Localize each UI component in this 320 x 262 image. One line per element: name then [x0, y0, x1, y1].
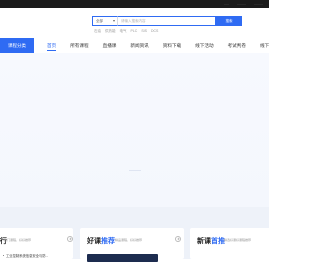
top-link[interactable]: ·········	[254, 1, 263, 7]
hot-keyword[interactable]: 石油	[94, 29, 101, 34]
card-title: 新课首推	[197, 236, 225, 246]
search-input[interactable]: 请输入搜索内容	[117, 16, 216, 26]
bullet-icon	[3, 254, 4, 256]
search-button[interactable]: 搜索	[216, 16, 242, 26]
nav-item-exams[interactable]: 考试判卷	[228, 38, 246, 53]
chevron-down-icon	[113, 20, 115, 22]
more-arrow-icon[interactable]	[175, 236, 181, 242]
nav-item-all-courses[interactable]: 所有课程	[70, 38, 88, 53]
carousel-indicator[interactable]	[129, 170, 141, 171]
top-link[interactable]: ·········	[237, 1, 246, 7]
card-subtitle: 热门课程，好好推荐	[4, 238, 32, 242]
new-courses-card: 新课首推 精选好课好课程推荐	[190, 228, 280, 259]
course-link[interactable]: 工业控制系统信息安全与防...	[6, 253, 48, 258]
hero-banner[interactable]	[0, 53, 269, 207]
top-link[interactable]: ·····	[224, 1, 229, 7]
nav-item-more[interactable]: 线下	[260, 38, 269, 53]
top-bar: ····· ········· ·········	[0, 0, 269, 8]
hot-keyword[interactable]: SIS	[141, 29, 147, 34]
top-links: ····· ········· ·········	[224, 1, 263, 7]
card-title-text: 好课	[87, 238, 101, 245]
hot-keyword[interactable]: PLC	[131, 29, 138, 34]
card-title-text: 新课	[197, 238, 211, 245]
nav-item-offline-events[interactable]: 线下活动	[195, 38, 213, 53]
search-scope-label: 全部	[96, 19, 103, 23]
card-title: 好课推荐	[87, 236, 115, 246]
card-title-highlight: 推荐	[101, 238, 115, 245]
hot-keyword[interactable]: 供热能	[105, 29, 116, 34]
more-arrow-icon[interactable]	[67, 236, 73, 242]
hot-keyword[interactable]: DCS	[151, 29, 158, 34]
course-category-button[interactable]: 课程分类	[0, 38, 34, 53]
search-bar: 全部 请输入搜索内容 搜索	[92, 16, 242, 26]
course-thumbnail[interactable]	[87, 254, 158, 262]
hot-keyword[interactable]: 电气	[120, 29, 127, 34]
nav-items: 首页 所有课程 直播课 新闻资讯 资料下载 线下活动 考试判卷 线下	[47, 38, 283, 53]
hot-keywords: 石油 供热能 电气 PLC SIS DCS	[94, 29, 158, 34]
nav-item-downloads[interactable]: 资料下载	[163, 38, 181, 53]
nav-item-home[interactable]: 首页	[47, 38, 57, 53]
recommended-courses-card: 好课推荐 精品课程，好好推荐	[80, 228, 184, 262]
nav-item-live[interactable]: 直播课	[103, 38, 117, 53]
nav-item-news[interactable]: 新闻资讯	[130, 38, 148, 53]
main-nav: 课程分类 首页 所有课程 直播课 新闻资讯 资料下载 线下活动 考试判卷 线下	[0, 38, 269, 53]
search-scope-select[interactable]: 全部	[92, 16, 117, 26]
hot-courses-card: 行 热门课程，好好推荐 工业控制系统信息安全与防...	[0, 228, 73, 259]
card-subtitle: 精选好课好课程推荐	[224, 238, 252, 242]
card-subtitle: 精品课程，好好推荐	[115, 238, 143, 242]
card-title-highlight: 首推	[211, 238, 225, 245]
